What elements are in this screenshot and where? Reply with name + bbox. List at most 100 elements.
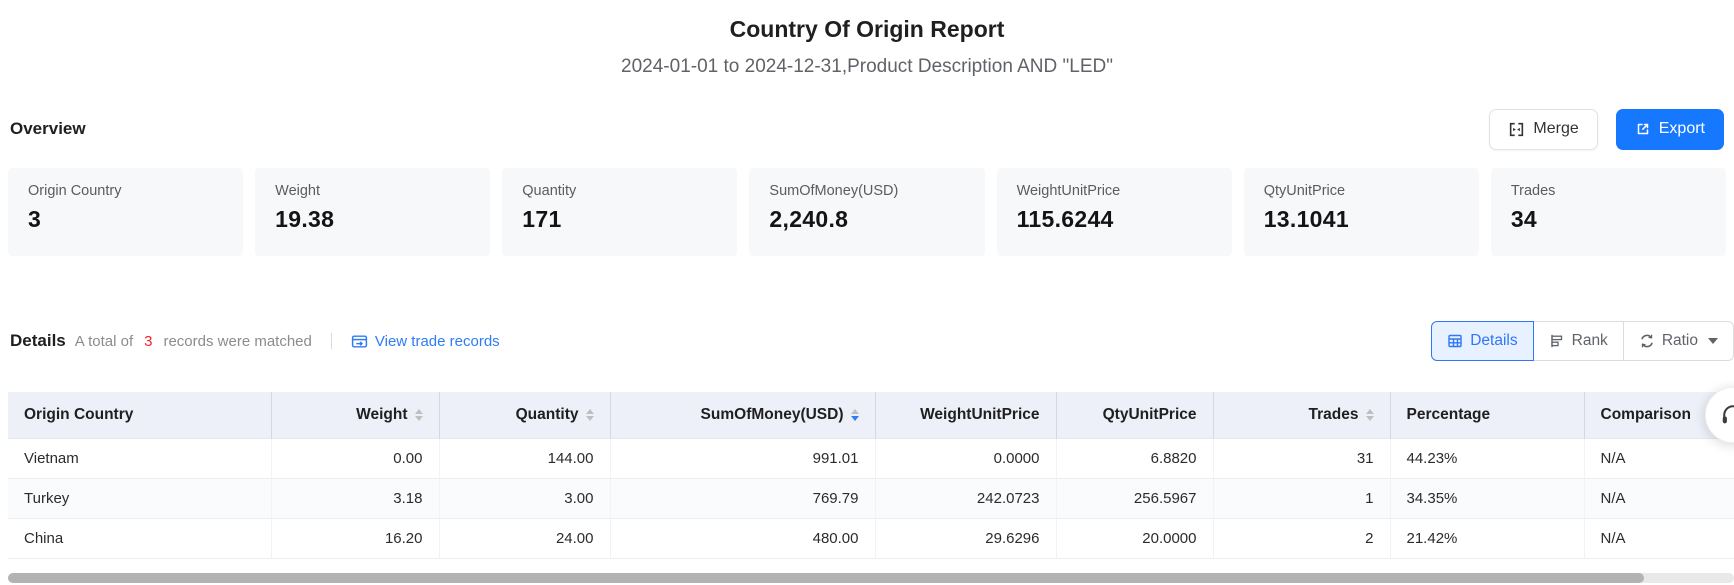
rank-bars-icon bbox=[1549, 333, 1565, 349]
stat-card-weight: Weight 19.38 bbox=[255, 168, 490, 256]
cell-trades: 2 bbox=[1213, 518, 1390, 558]
cell-sumofmoney-usd-: 769.79 bbox=[610, 478, 875, 518]
cell-quantity: 144.00 bbox=[439, 438, 610, 478]
records-matched-prefix: A total of bbox=[75, 333, 133, 350]
overview-heading: Overview bbox=[10, 119, 86, 139]
column-header-weight[interactable]: Weight bbox=[271, 392, 439, 438]
table-row: Turkey3.183.00769.79242.0723256.5967134.… bbox=[8, 478, 1734, 518]
cell-weightunitprice: 29.6296 bbox=[875, 518, 1056, 558]
stat-card-label: Trades bbox=[1511, 183, 1706, 199]
details-table: Origin Country Weight Quantity SumOfMone… bbox=[8, 392, 1734, 559]
tab-details-label: Details bbox=[1470, 332, 1517, 350]
ratio-sync-icon bbox=[1639, 333, 1655, 349]
export-button[interactable]: Export bbox=[1616, 109, 1724, 150]
cell-qtyunitprice: 20.0000 bbox=[1056, 518, 1213, 558]
stat-card-label: WeightUnitPrice bbox=[1017, 183, 1212, 199]
cell-weight: 0.00 bbox=[271, 438, 439, 478]
merge-button-label: Merge bbox=[1533, 120, 1578, 138]
cell-qtyunitprice: 6.8820 bbox=[1056, 438, 1213, 478]
merge-button[interactable]: Merge bbox=[1489, 109, 1597, 150]
details-summary: Details A total of 3 records were matche… bbox=[10, 331, 500, 351]
tab-rank-label: Rank bbox=[1572, 332, 1608, 350]
tab-ratio[interactable]: Ratio bbox=[1623, 321, 1734, 361]
stat-card-value: 19.38 bbox=[275, 206, 470, 233]
stat-card-value: 115.6244 bbox=[1017, 206, 1212, 233]
sort-carets-icon[interactable] bbox=[1366, 409, 1374, 421]
table-body: Vietnam0.00144.00991.010.00006.88203144.… bbox=[8, 438, 1734, 558]
horizontal-scrollbar bbox=[8, 573, 1734, 583]
cell-quantity: 3.00 bbox=[439, 478, 610, 518]
stat-card-value: 3 bbox=[28, 206, 223, 233]
cell-origin-country: China bbox=[8, 518, 271, 558]
column-header-quantity[interactable]: Quantity bbox=[439, 392, 610, 438]
caret-up-icon bbox=[415, 409, 423, 414]
column-header-percentage: Percentage bbox=[1390, 392, 1584, 438]
stat-card-qty-unit-price: QtyUnitPrice 13.1041 bbox=[1244, 168, 1479, 256]
column-header-weight-unit-price: WeightUnitPrice bbox=[875, 392, 1056, 438]
caret-up-icon bbox=[586, 409, 594, 414]
cell-sumofmoney-usd-: 480.00 bbox=[610, 518, 875, 558]
view-trade-records-link[interactable]: View trade records bbox=[351, 333, 500, 350]
stat-card-label: SumOfMoney(USD) bbox=[769, 183, 964, 199]
table-grid-icon bbox=[1447, 333, 1463, 349]
records-matched-suffix: records were matched bbox=[163, 333, 311, 350]
details-header: Details A total of 3 records were matche… bbox=[10, 320, 1734, 362]
caret-down-icon bbox=[415, 416, 423, 421]
cell-trades: 31 bbox=[1213, 438, 1390, 478]
sort-carets-icon[interactable] bbox=[851, 409, 859, 421]
stat-card-weight-unit-price: WeightUnitPrice 115.6244 bbox=[997, 168, 1232, 256]
stat-card-quantity: Quantity 171 bbox=[502, 168, 737, 256]
cell-origin-country: Turkey bbox=[8, 478, 271, 518]
stat-card-label: QtyUnitPrice bbox=[1264, 183, 1459, 199]
caret-up-icon bbox=[1366, 409, 1374, 414]
cell-origin-country: Vietnam bbox=[8, 438, 271, 478]
stat-card-value: 34 bbox=[1511, 206, 1706, 233]
caret-up-icon bbox=[851, 409, 859, 414]
trade-records-icon bbox=[351, 333, 368, 350]
vertical-divider bbox=[331, 333, 332, 349]
stat-card-sum-of-money: SumOfMoney(USD) 2,240.8 bbox=[749, 168, 984, 256]
cell-percentage: 34.35% bbox=[1390, 478, 1584, 518]
caret-down-icon bbox=[1366, 416, 1374, 421]
records-matched-count: 3 bbox=[142, 333, 154, 350]
column-header-qty-unit-price: QtyUnitPrice bbox=[1056, 392, 1213, 438]
overview-actions: Merge Export bbox=[1489, 109, 1724, 150]
cell-comparison: N/A bbox=[1584, 478, 1734, 518]
cell-weightunitprice: 242.0723 bbox=[875, 478, 1056, 518]
column-header-trades[interactable]: Trades bbox=[1213, 392, 1390, 438]
page-title: Country Of Origin Report bbox=[0, 16, 1734, 43]
cell-weight: 3.18 bbox=[271, 478, 439, 518]
cell-qtyunitprice: 256.5967 bbox=[1056, 478, 1213, 518]
cell-percentage: 21.42% bbox=[1390, 518, 1584, 558]
caret-down-icon bbox=[586, 416, 594, 421]
stat-card-value: 171 bbox=[522, 206, 717, 233]
overview-cards: Origin Country 3 Weight 19.38 Quantity 1… bbox=[8, 168, 1726, 256]
cell-comparison: N/A bbox=[1584, 518, 1734, 558]
view-mode-switcher: Details Rank Ratio bbox=[1431, 321, 1734, 361]
stat-card-value: 13.1041 bbox=[1264, 206, 1459, 233]
stat-card-label: Weight bbox=[275, 183, 470, 199]
tab-rank[interactable]: Rank bbox=[1533, 321, 1624, 361]
page-subtitle: 2024-01-01 to 2024-12-31,Product Descrip… bbox=[0, 56, 1734, 78]
cell-weight: 16.20 bbox=[271, 518, 439, 558]
cell-sumofmoney-usd-: 991.01 bbox=[610, 438, 875, 478]
stat-card-origin-country: Origin Country 3 bbox=[8, 168, 243, 256]
stat-card-trades: Trades 34 bbox=[1491, 168, 1726, 256]
merge-icon bbox=[1508, 121, 1525, 138]
export-button-label: Export bbox=[1659, 120, 1705, 138]
sort-carets-icon[interactable] bbox=[415, 409, 423, 421]
view-trade-records-label: View trade records bbox=[375, 333, 500, 350]
tab-details[interactable]: Details bbox=[1431, 321, 1533, 361]
scrollbar-thumb[interactable] bbox=[8, 573, 1644, 583]
tab-ratio-label: Ratio bbox=[1662, 332, 1698, 350]
cell-weightunitprice: 0.0000 bbox=[875, 438, 1056, 478]
cell-comparison: N/A bbox=[1584, 438, 1734, 478]
column-header-origin-country: Origin Country bbox=[8, 392, 271, 438]
export-icon bbox=[1635, 121, 1651, 137]
details-heading: Details bbox=[10, 331, 66, 351]
caret-down-icon bbox=[851, 416, 859, 421]
column-header-sum-of-money[interactable]: SumOfMoney(USD) bbox=[610, 392, 875, 438]
headset-icon bbox=[1719, 401, 1734, 429]
sort-carets-icon[interactable] bbox=[586, 409, 594, 421]
cell-quantity: 24.00 bbox=[439, 518, 610, 558]
